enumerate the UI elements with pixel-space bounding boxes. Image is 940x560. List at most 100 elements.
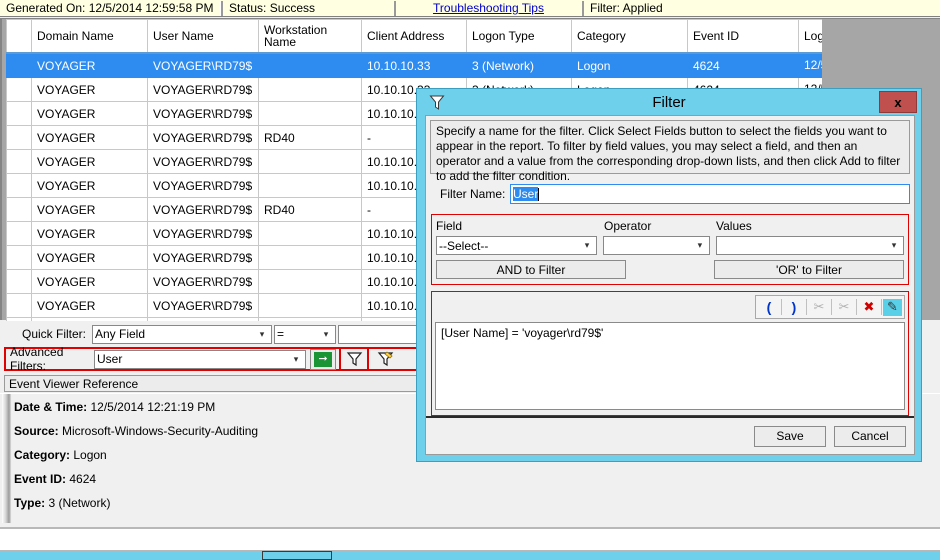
filter-name-value: User (513, 187, 539, 201)
detail-row: Type: 3 (Network) (14, 496, 914, 520)
values-column-label: Values (716, 219, 752, 233)
cell-workstation-name: RD40 (258, 197, 362, 222)
filter-dialog-body: Specify a name for the filter. Click Sel… (425, 115, 915, 455)
row-selector[interactable] (6, 197, 32, 222)
apply-filter-button[interactable]: ➞ (310, 348, 336, 370)
edit-filter-button[interactable] (370, 347, 400, 371)
bottom-cyan-strip (0, 551, 940, 560)
filter-name-input[interactable]: User (510, 184, 910, 204)
troubleshooting-tips-label[interactable]: Troubleshooting Tips (433, 1, 544, 15)
cell-logon-logoff-time: 12/5/2014 12:21 PM (798, 52, 822, 78)
generated-on-text: Generated On: 12/5/2014 12:59:58 PM (6, 1, 214, 15)
advanced-filters-label: Advanced Filters: (10, 345, 64, 373)
cell-domain-name: VOYAGER (31, 173, 148, 198)
event-viewer-reference-bar[interactable]: Event Viewer Reference (4, 375, 422, 392)
column-header-user-name[interactable]: User Name (147, 19, 259, 54)
cell-user-name: VOYAGER\RD79$ (147, 101, 259, 126)
event-viewer-reference-label: Event Viewer Reference (9, 376, 139, 391)
cut-icon: ✂ (813, 299, 825, 314)
save-button[interactable]: Save (754, 425, 826, 447)
filter-dialog-footer: Save Cancel (426, 416, 914, 454)
cell-workstation-name (258, 149, 362, 174)
cell-logon-type: 3 (Network) (466, 52, 572, 78)
row-selector[interactable] (6, 317, 32, 321)
filter-dialog-titlebar[interactable]: Filter x (417, 89, 921, 115)
condition-text-area[interactable]: [User Name] = 'voyager\rd79$' (435, 322, 905, 410)
cell-user-name: VOYAGER\RD79$ (147, 125, 259, 150)
cell-workstation-name: RD40 (258, 317, 362, 321)
quick-filter-field-value: Any Field (95, 327, 146, 341)
cell-user-name: VOYAGER\RD79$ (147, 173, 259, 198)
advanced-filter-select[interactable]: User ▾ (94, 349, 306, 369)
filter-applied-text: Filter: Applied (590, 1, 663, 15)
cell-user-name: VOYAGER\RD79$ (147, 149, 259, 174)
row-selector[interactable] (6, 149, 32, 174)
row-selector[interactable] (6, 293, 32, 318)
arrow-right-icon: ➞ (314, 351, 332, 367)
filter-name-row: Filter Name: User (430, 184, 910, 204)
field-select[interactable]: --Select-- ▾ (436, 236, 598, 255)
close-icon[interactable]: x (879, 91, 917, 113)
values-select[interactable]: ▾ (715, 236, 904, 255)
and-to-filter-label: AND to Filter (496, 262, 566, 277)
cell-domain-name: VOYAGER (31, 101, 148, 126)
row-selector[interactable] (6, 173, 32, 198)
text-caret (538, 187, 540, 201)
row-selector[interactable] (6, 52, 32, 78)
detail-scrollbar[interactable] (2, 394, 12, 523)
cell-event-id: 4624 (687, 52, 799, 78)
detail-value: 3 (Network) (45, 496, 111, 510)
column-header-workstation-name[interactable]: Workstation Name (258, 19, 362, 54)
cell-domain-name: VOYAGER (31, 317, 148, 321)
row-selector[interactable] (6, 269, 32, 294)
table-header-row: Domain Name User Name Workstation Name C… (6, 19, 822, 54)
filter-dialog-title: Filter (652, 93, 686, 111)
chevron-down-icon: ▾ (293, 353, 299, 364)
column-header-logon-logoff-time[interactable]: Logon/Logoff Time (798, 19, 822, 54)
condition-toolbar: () ✂ ✂ ✖ ✎ (755, 295, 905, 319)
column-header-event-id[interactable]: Event ID (687, 19, 799, 54)
row-selector[interactable] (6, 77, 32, 102)
filter-dialog: Filter x Specify a name for the filter. … (416, 88, 922, 462)
column-header-category[interactable]: Category (571, 19, 688, 54)
cell-workstation-name (258, 173, 362, 198)
bottom-button-stub[interactable] (262, 551, 332, 560)
cell-domain-name: VOYAGER (31, 125, 148, 150)
column-header-client-address[interactable]: Client Address (361, 19, 467, 54)
new-filter-button[interactable] (339, 347, 369, 371)
edit-icon[interactable]: ✎ (883, 298, 902, 316)
bottom-input-bar[interactable] (0, 527, 940, 551)
detail-row: Event ID: 4624 (14, 472, 914, 496)
operator-select[interactable]: ▾ (603, 236, 710, 255)
column-header-logon-type[interactable]: Logon Type (466, 19, 572, 54)
close-paren-icon[interactable]: ) (783, 297, 805, 317)
troubleshooting-tips-link[interactable]: Troubleshooting Tips (396, 0, 581, 17)
cell-user-name: VOYAGER\RD79$ (147, 245, 259, 270)
column-header-domain-name[interactable]: Domain Name (31, 19, 148, 54)
report-status-bar: Generated On: 12/5/2014 12:59:58 PM Stat… (0, 0, 940, 17)
delete-icon[interactable]: ✖ (858, 297, 880, 317)
row-selector[interactable] (6, 245, 32, 270)
cell-user-name: VOYAGER\RD79$ (147, 269, 259, 294)
detail-label: Category: (14, 448, 71, 462)
operator-column-label: Operator (604, 219, 652, 233)
or-to-filter-button[interactable]: 'OR' to Filter (714, 260, 904, 279)
filter-field-selectors: --Select-- ▾ ▾ ▾ (436, 236, 904, 255)
row-selector[interactable] (6, 101, 32, 126)
and-to-filter-button[interactable]: AND to Filter (436, 260, 626, 279)
row-selector[interactable] (6, 125, 32, 150)
quick-filter-text-input[interactable] (338, 324, 422, 344)
table-row[interactable]: VOYAGERVOYAGER\RD79$ 10.10.10.333 (Networ… (6, 52, 822, 78)
cell-user-name: VOYAGER\RD79$ (147, 197, 259, 222)
cell-domain-name: VOYAGER (31, 197, 148, 222)
quick-filter-operator-select[interactable]: = ▾ (274, 324, 336, 344)
quick-filter-field-select[interactable]: Any Field ▾ (92, 324, 272, 344)
filter-field-group-headers: Field Operator Values (436, 218, 904, 234)
row-selector[interactable] (6, 221, 32, 246)
cancel-button[interactable]: Cancel (834, 425, 906, 447)
toolbar-divider (831, 299, 832, 315)
detail-label: Event ID: (14, 472, 67, 486)
chevron-down-icon: ▾ (323, 328, 329, 339)
open-paren-icon[interactable]: ( (758, 297, 780, 317)
cell-workstation-name (258, 269, 362, 294)
